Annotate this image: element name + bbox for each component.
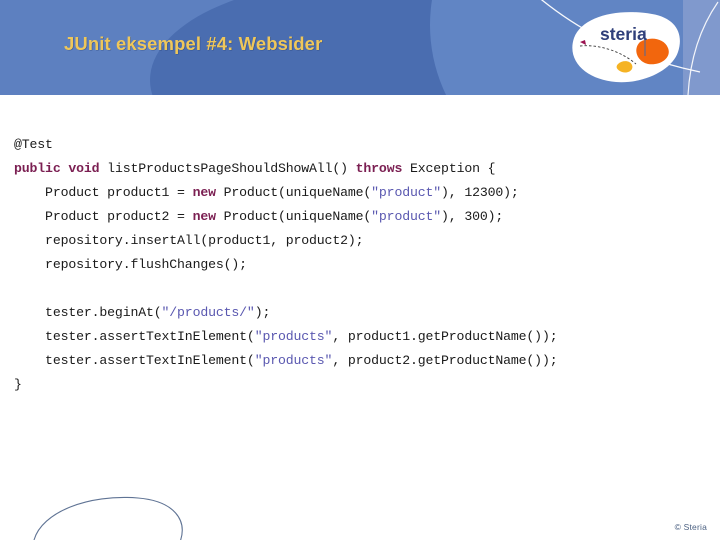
code-token-str: "product" (371, 185, 442, 200)
code-token-kw: throws (355, 161, 403, 176)
footer-watermark-shape (33, 496, 183, 540)
code-line: public void listProductsPageShouldShowAl… (14, 157, 714, 181)
code-line: Product product1 = new Product(uniqueNam… (14, 181, 714, 205)
code-token-kw: public (14, 161, 61, 176)
code-token-str: "product" (371, 209, 442, 224)
code-token-plain: , product1.getProductName()); (332, 329, 558, 344)
steria-logo: steria (572, 12, 680, 83)
code-token-plain: repository.flushChanges(); (14, 257, 247, 272)
code-token-plain: @Test (14, 137, 53, 152)
code-listing: @Test public void listProductsPageShouldS… (14, 133, 714, 397)
code-token-plain: tester.assertTextInElement( (14, 329, 255, 344)
slide-canvas: JUnit eksempel #4: Websider steria @Test… (0, 0, 720, 540)
code-line: repository.insertAll(product1, product2)… (14, 229, 714, 253)
code-token-str: "products" (254, 329, 333, 344)
footer-copyright: © Steria (674, 522, 707, 532)
steria-wordmark: steria (600, 24, 647, 44)
code-token-kw: new (192, 185, 216, 200)
code-line: Product product2 = new Product(uniqueNam… (14, 205, 714, 229)
code-token-str: "/products/" (161, 305, 255, 320)
code-line: tester.assertTextInElement("products", p… (14, 349, 714, 373)
code-token-plain: Product(uniqueName( (215, 185, 372, 200)
code-token-plain: tester.assertTextInElement( (14, 353, 255, 368)
code-line: tester.beginAt("/products/"); (14, 301, 714, 325)
code-token-plain: tester.beginAt( (14, 305, 162, 320)
code-token-kw: new (192, 209, 216, 224)
code-token-plain: repository.insertAll(product1, product2)… (14, 233, 364, 248)
code-line: tester.assertTextInElement("products", p… (14, 325, 714, 349)
code-token-plain: Product product2 = (14, 209, 193, 224)
slide-header-banner: JUnit eksempel #4: Websider steria (0, 0, 720, 95)
code-token-plain: ), 300); (441, 209, 504, 224)
code-line: @Test (14, 133, 714, 157)
code-token-plain: ), 12300); (441, 185, 519, 200)
code-token-str: "products" (254, 353, 333, 368)
code-token-plain: Product product1 = (14, 185, 193, 200)
page-title: JUnit eksempel #4: Websider (64, 33, 323, 54)
code-token-plain: Product(uniqueName( (215, 209, 372, 224)
code-line: } (14, 373, 714, 397)
code-line: repository.flushChanges(); (14, 253, 714, 277)
code-token-kw: void (68, 161, 100, 176)
code-token-plain: ); (254, 305, 271, 320)
code-token-plain: Exception { (402, 161, 496, 176)
code-token-plain: , product2.getProductName()); (332, 353, 558, 368)
code-token-plain: listProductsPageShouldShowAll() (99, 161, 356, 176)
code-token-plain: } (14, 377, 22, 392)
